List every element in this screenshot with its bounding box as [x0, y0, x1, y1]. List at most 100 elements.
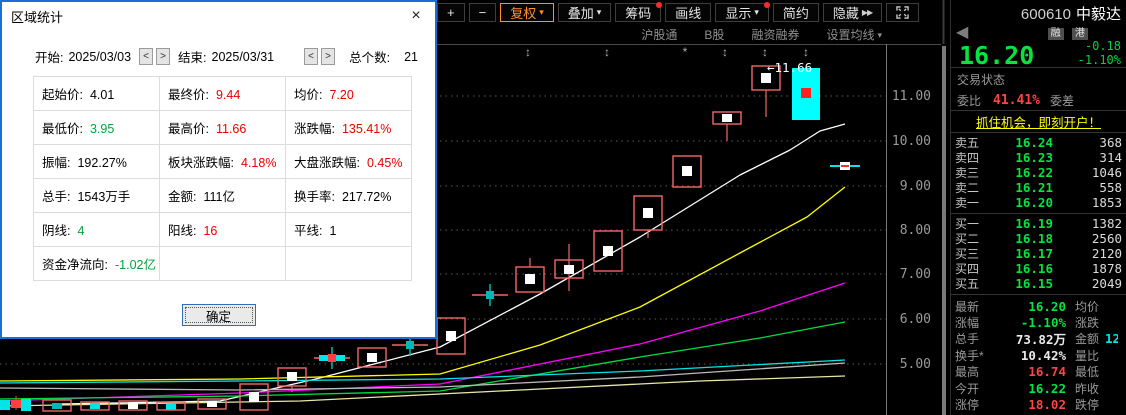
- stats-cell: 阴线:4: [34, 213, 160, 247]
- info-row: 最新16.20均价: [955, 298, 1122, 314]
- stock-code: 600610: [1021, 6, 1071, 23]
- simple-button-label: 简约: [783, 3, 809, 22]
- submenu-set-ma[interactable]: 设置均线▾: [826, 26, 882, 43]
- sell-row[interactable]: 卖五16.24368: [955, 135, 1122, 150]
- buy-row-volume: 2120: [1053, 246, 1122, 261]
- adjust-price-button-label: 复权: [510, 3, 536, 22]
- stats-cell: [160, 247, 286, 281]
- chevron-down-icon: ▾: [754, 8, 759, 17]
- candle: [11, 400, 21, 408]
- buy-row-price: 16.16: [991, 261, 1053, 276]
- sell-row[interactable]: 卖三16.221046: [955, 165, 1122, 180]
- stat-label: 大盘涨跌幅:: [294, 156, 360, 170]
- stat-value: 111亿: [203, 190, 235, 204]
- stats-row: 资金净流向:-1.02亿: [34, 247, 412, 281]
- candle: [525, 274, 535, 284]
- y-axis-label: 7.00: [900, 267, 931, 282]
- draw-line-button[interactable]: 画线: [665, 3, 711, 22]
- stat-value: 1: [329, 224, 336, 238]
- sell-row-label: 卖一: [955, 194, 991, 211]
- info-value: 16.20: [993, 299, 1066, 314]
- stats-cell: 阳线:16: [160, 213, 286, 247]
- submenu-margin-trading[interactable]: 融资融券: [751, 26, 799, 43]
- quote-panel: ◀ 600610中毅达 融 港 16.20 -0.18 -1.10% 交易状态 …: [950, 0, 1126, 415]
- stat-label: 板块涨跌幅:: [168, 156, 234, 170]
- end-prev-button[interactable]: <: [304, 48, 318, 65]
- start-prev-button[interactable]: <: [139, 48, 153, 65]
- info-label: 均价: [1075, 298, 1105, 315]
- info-label: 昨收: [1075, 380, 1105, 397]
- submenu-hu-gu-tong-label: 沪股通: [641, 26, 677, 43]
- buy-row[interactable]: 买三16.172120: [955, 246, 1122, 261]
- chart-toolbar: +−复权▾叠加▾筹码画线显示▾简约隐藏▶▶: [437, 1, 940, 23]
- stat-label: 平线:: [294, 224, 322, 238]
- stat-value: 217.72%: [342, 190, 391, 204]
- info-label: 跌停: [1075, 396, 1105, 413]
- zoom-out-button[interactable]: −: [469, 3, 497, 22]
- chevron-down-icon: ▾: [597, 8, 602, 17]
- info-value: 73.82万: [993, 329, 1066, 348]
- candle: [486, 291, 494, 299]
- zoom-in-button[interactable]: +: [437, 3, 465, 22]
- buy-row[interactable]: 买四16.161878: [955, 261, 1122, 276]
- stats-cell: 起始价:4.01: [34, 77, 160, 111]
- candle: [287, 372, 297, 381]
- quote-info-grid: 最新16.20均价涨幅-1.10%涨跌总手73.82万金额12换手*10.42%…: [951, 294, 1126, 413]
- submenu-hu-gu-tong[interactable]: 沪股通: [641, 26, 677, 43]
- candle: [603, 246, 613, 256]
- end-label: 结束:: [178, 47, 206, 66]
- end-next-button[interactable]: >: [321, 48, 335, 65]
- buy-row-volume: 1382: [1053, 216, 1122, 231]
- sell-row-volume: 1046: [1053, 165, 1122, 180]
- candle: [90, 403, 100, 409]
- info-label: 最低: [1075, 363, 1105, 380]
- dialog-titlebar[interactable]: 区域统计 ×: [2, 2, 435, 30]
- notification-dot-icon: [656, 2, 662, 8]
- stat-value: 7.20: [329, 88, 353, 102]
- sell-row[interactable]: 卖一16.201853: [955, 195, 1122, 210]
- expand-button[interactable]: [886, 3, 919, 22]
- stock-badges: 融 港: [951, 25, 1126, 39]
- sell-row[interactable]: 卖二16.21558: [955, 180, 1122, 195]
- chips-button[interactable]: 筹码: [615, 3, 661, 22]
- stat-label: 总手:: [42, 190, 70, 204]
- submenu-b-share-label: B股: [704, 26, 724, 43]
- buy-row[interactable]: 买一16.191382: [955, 216, 1122, 231]
- open-account-ad-link[interactable]: 抓住机会，即刻开户！: [951, 111, 1126, 133]
- margin-badge[interactable]: 融: [1048, 28, 1064, 40]
- buy-row[interactable]: 买五16.152049: [955, 276, 1122, 291]
- y-axis-label: 8.00: [900, 223, 931, 238]
- quote-header: ◀ 600610中毅达 融 港 16.20 -0.18 -1.10%: [951, 0, 1126, 68]
- candle: [249, 392, 259, 402]
- candle: [328, 354, 336, 362]
- info-value: 16.22: [993, 381, 1066, 396]
- adjust-price-button[interactable]: 复权▾: [500, 3, 554, 22]
- stat-value: 135.41%: [342, 122, 391, 136]
- buy-row-label: 买五: [955, 275, 991, 292]
- sell-row[interactable]: 卖四16.23314: [955, 150, 1122, 165]
- stat-label: 阴线:: [42, 224, 70, 238]
- submenu-b-share[interactable]: B股: [704, 26, 724, 43]
- ok-button[interactable]: 确定: [182, 304, 256, 326]
- display-button[interactable]: 显示▾: [715, 3, 769, 22]
- fullscreen-icon: [896, 6, 909, 19]
- count-value: 21: [404, 50, 418, 64]
- buy-row[interactable]: 买二16.182560: [955, 231, 1122, 246]
- chart-toolbar-submenu: 沪股通 B股 融资融券 设置均线▾: [437, 26, 940, 43]
- overlay-button[interactable]: 叠加▾: [558, 3, 612, 22]
- simple-button[interactable]: 简约: [773, 3, 819, 22]
- candle: [446, 331, 456, 341]
- close-icon[interactable]: ×: [406, 6, 426, 26]
- buy-row-volume: 2049: [1053, 276, 1122, 291]
- start-next-button[interactable]: >: [156, 48, 170, 65]
- info-label: 金额: [1075, 330, 1105, 347]
- buy-row-volume: 2560: [1053, 231, 1122, 246]
- sell-row-price: 16.20: [991, 195, 1053, 210]
- candle: [682, 166, 692, 176]
- y-axis-label: 6.00: [900, 312, 931, 327]
- event-marker-icon: ↕: [762, 45, 768, 59]
- stats-row: 总手:1543万手金额:111亿换手率:217.72%: [34, 179, 412, 213]
- hide-button[interactable]: 隐藏▶▶: [823, 3, 882, 22]
- stat-label: 阳线:: [168, 224, 196, 238]
- collapse-panel-arrow-icon[interactable]: ◀: [956, 22, 968, 42]
